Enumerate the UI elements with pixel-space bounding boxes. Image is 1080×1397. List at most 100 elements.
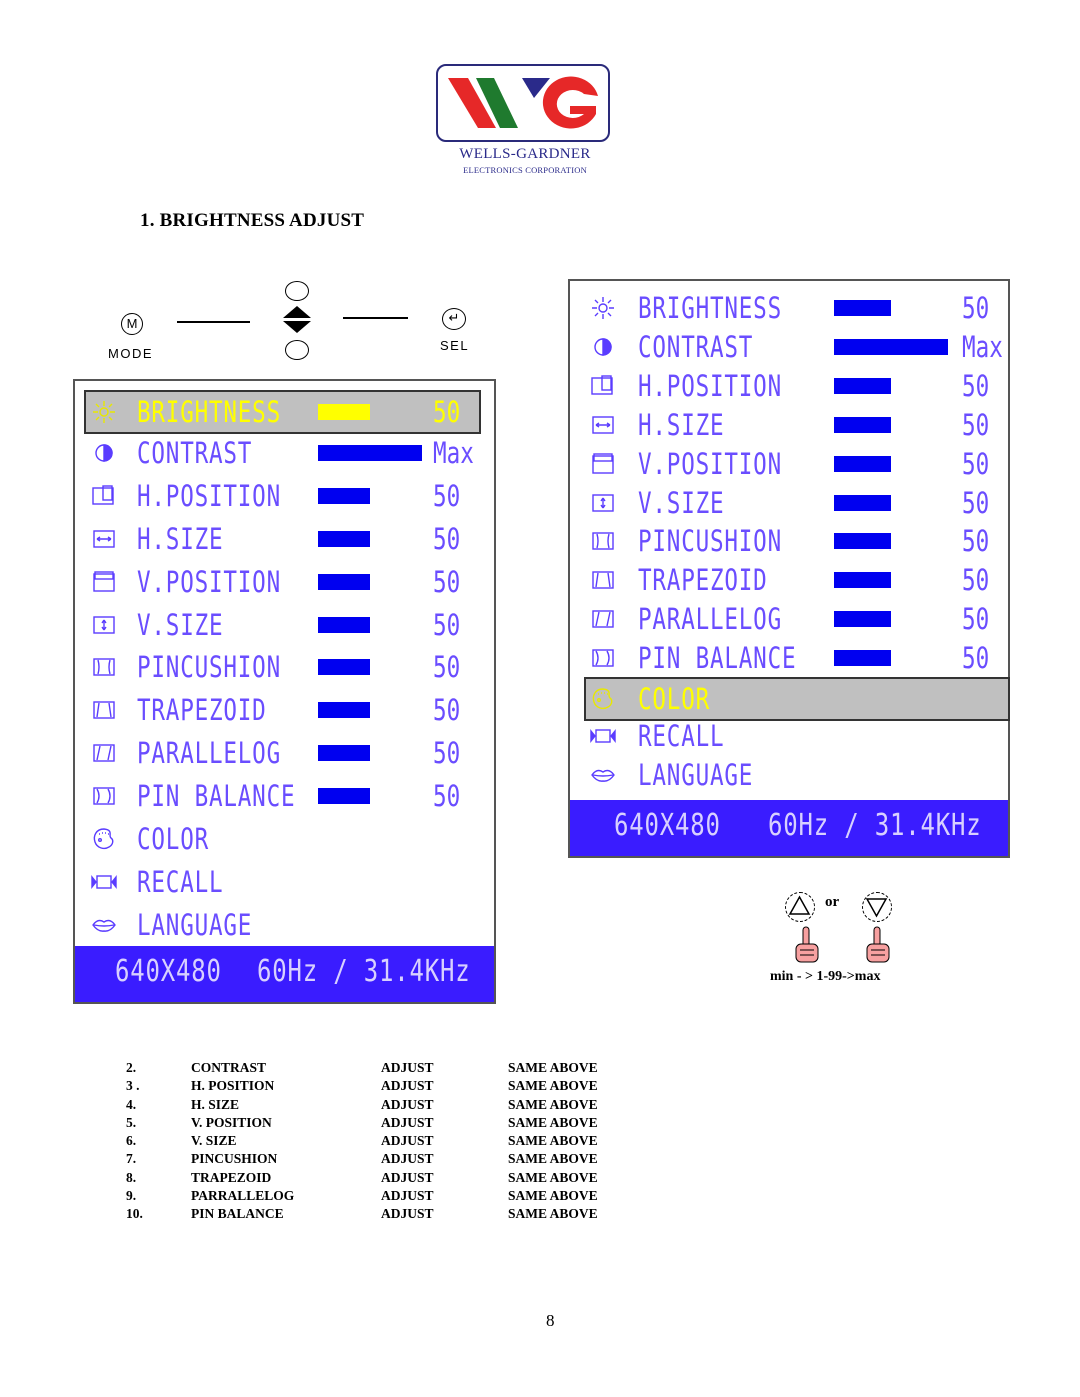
osd-menu-item-language[interactable]: LANGUAGE (75, 905, 494, 945)
item-name: CONTRAST (191, 1060, 267, 1075)
osd-level-bar[interactable] (834, 455, 891, 472)
osd-menu-item-h-size[interactable]: H.SIZE 50 (570, 405, 1008, 445)
osd-menu-item-recall[interactable]: RECALL (570, 716, 1008, 756)
osd-level-bar[interactable] (318, 487, 370, 504)
item-action: ADJUST (381, 1114, 434, 1130)
mode-label: MODE (108, 346, 153, 361)
item-action: ADJUST (381, 1096, 434, 1112)
item-note: SAME ABOVE (508, 1060, 598, 1075)
item-action: ADJUST (381, 1169, 434, 1185)
osd-level-bar[interactable] (318, 659, 370, 676)
osd-menu-item-h-position[interactable]: H.POSITION 50 (570, 366, 1008, 406)
item-name: H. SIZE (191, 1096, 240, 1112)
item-note: SAME ABOVE (508, 1096, 598, 1112)
osd-level-bar[interactable] (318, 573, 370, 590)
osd-level-bar[interactable] (318, 745, 370, 762)
osd-status-bar: 640X480 60Hz / 31.4KHz (570, 800, 1008, 856)
osd-menu-item-h-size[interactable]: H.SIZE 50 (75, 519, 494, 559)
osd-menu-item-brightness[interactable]: BRIGHTNESS 50 (84, 390, 481, 434)
osd-item-value: 50 (962, 485, 990, 520)
osd-menu-item-parallelog[interactable]: PARALLELOG 50 (570, 599, 1008, 639)
osd-menu-item-pin-balance[interactable]: PIN BALANCE 50 (570, 638, 1008, 678)
lips-icon (91, 912, 117, 938)
osd-item-value: 50 (962, 602, 990, 637)
osd-level-bar[interactable] (834, 338, 948, 355)
osd-level-bar[interactable] (834, 650, 891, 667)
osd-level-bar[interactable] (834, 300, 891, 316)
osd-level-bar[interactable] (318, 616, 370, 633)
osd-item-label: V.SIZE (137, 607, 224, 642)
osd-menu-item-color[interactable]: COLOR (75, 819, 494, 859)
osd-menu-item-pin-balance[interactable]: PIN BALANCE 50 (75, 776, 494, 816)
osd-item-label: LANGUAGE (137, 907, 253, 942)
osd-frequency: 60Hz / 31.4KHz (257, 954, 471, 989)
down-arrow-icon (283, 321, 311, 333)
item-name: PIN BALANCE (191, 1206, 284, 1222)
osd-level-bar[interactable] (834, 416, 891, 433)
osd-menu-item-v-position[interactable]: V.POSITION 50 (75, 562, 494, 602)
up-button-circle-icon (285, 281, 309, 301)
osd-level-bar[interactable] (318, 702, 370, 719)
item-action: ADJUST (381, 1078, 434, 1094)
logo-company-name: WELLS-GARDNER (459, 146, 591, 162)
osd-level-bar[interactable] (834, 611, 891, 628)
item-note: SAME ABOVE (508, 1078, 598, 1094)
range-label: min - > 1-99->max (770, 969, 881, 984)
pin-balance-icon (91, 783, 117, 809)
wg-logo-mark (448, 76, 598, 129)
page-number: 8 (546, 1311, 555, 1330)
osd-menu-item-trapezoid[interactable]: TRAPEZOID 50 (570, 560, 1008, 600)
osd-level-bar[interactable] (834, 572, 891, 589)
osd-level-bar[interactable] (318, 530, 370, 547)
h-size-icon (590, 412, 616, 438)
wells-gardner-logo (436, 64, 610, 142)
logo-company-subtitle: ELECTRONICS CORPORATION (463, 165, 587, 175)
h-position-icon (91, 483, 117, 509)
osd-menu-item-v-size[interactable]: V.SIZE 50 (570, 483, 1008, 523)
osd-level-bar[interactable] (834, 533, 891, 550)
item-note: SAME ABOVE (508, 1206, 598, 1222)
osd-menu-item-contrast[interactable]: CONTRAST Max (570, 327, 1008, 367)
osd-menu-item-pincushion[interactable]: PINCUSHION 50 (75, 647, 494, 687)
h-size-icon (91, 526, 117, 552)
item-number: 4. (126, 1096, 137, 1112)
connector-line (343, 317, 408, 319)
osd-menu-item-trapezoid[interactable]: TRAPEZOID 50 (75, 690, 494, 730)
osd-item-value: 50 (433, 736, 461, 771)
osd-menu-item-brightness[interactable]: BRIGHTNESS 50 (570, 288, 1008, 328)
osd-menu-item-h-position[interactable]: H.POSITION 50 (75, 476, 494, 516)
osd-item-value: 50 (962, 368, 990, 403)
osd-level-bar[interactable] (318, 404, 370, 420)
osd-menu-item-contrast[interactable]: CONTRAST Max (75, 433, 494, 473)
osd-item-label: PARALLELOG (638, 602, 782, 637)
osd-menu-item-color[interactable]: COLOR (584, 677, 1010, 721)
item-note: SAME ABOVE (508, 1188, 598, 1204)
osd-menu-item-recall[interactable]: RECALL (75, 862, 494, 902)
osd-menu-item-parallelog[interactable]: PARALLELOG 50 (75, 733, 494, 773)
osd-level-bar[interactable] (318, 444, 422, 461)
osd-item-label: BRIGHTNESS (638, 291, 782, 325)
v-size-icon (590, 490, 616, 516)
osd-item-value: 50 (962, 641, 990, 676)
item-note: SAME ABOVE (508, 1114, 598, 1130)
osd-item-label: H.POSITION (638, 368, 782, 403)
osd-menu-item-pincushion[interactable]: PINCUSHION 50 (570, 521, 1008, 561)
osd-level-bar[interactable] (834, 377, 891, 394)
osd-level-bar[interactable] (318, 788, 370, 805)
trapezoid-icon (590, 567, 616, 593)
item-name: TRAPEZOID (191, 1169, 272, 1185)
osd-item-value: Max (962, 329, 1003, 364)
h-position-icon (590, 373, 616, 399)
pin-balance-icon (590, 645, 616, 671)
osd-item-label: RECALL (137, 864, 224, 899)
osd-menu-item-v-size[interactable]: V.SIZE 50 (75, 605, 494, 645)
osd-resolution: 640X480 (115, 954, 222, 989)
osd-item-value: 50 (433, 478, 461, 513)
osd-item-value: 50 (962, 446, 990, 481)
osd-menu-item-v-position[interactable]: V.POSITION 50 (570, 444, 1008, 484)
osd-level-bar[interactable] (834, 494, 891, 511)
recall-icon (590, 723, 616, 749)
osd-menu-item-language[interactable]: LANGUAGE (570, 755, 1008, 795)
pincushion-icon (91, 654, 117, 680)
osd-item-label: TRAPEZOID (638, 563, 768, 598)
